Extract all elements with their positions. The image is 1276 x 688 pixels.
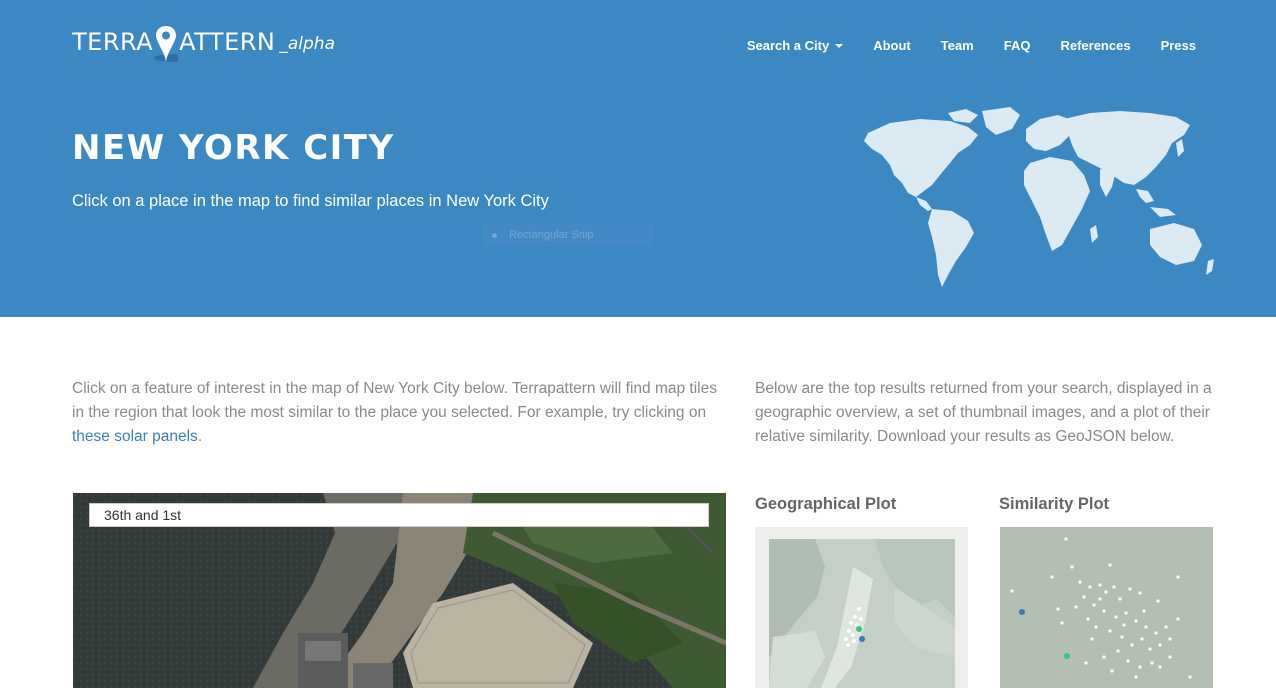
intro-left-period: . — [197, 428, 203, 445]
logo-wordmark: TERRA ATTERN — [72, 24, 276, 63]
page-title: NEW YORK CITY — [72, 128, 395, 168]
nav-references[interactable]: References — [1060, 38, 1130, 53]
nav-press[interactable]: Press — [1161, 38, 1196, 53]
caret-down-icon — [835, 43, 844, 48]
snip-overlay-label: Rectangular Snip — [482, 224, 654, 246]
main-nav: Search a City About Team FAQ References … — [747, 38, 1196, 53]
results-description: Below are the top results returned from … — [755, 380, 1212, 445]
world-map-illustration — [864, 107, 1214, 287]
nav-faq[interactable]: FAQ — [1004, 38, 1031, 53]
similarity-plot[interactable] — [1000, 527, 1213, 688]
nav-team[interactable]: Team — [941, 38, 974, 53]
intro-instructions: Click on a feature of interest in the ma… — [72, 377, 724, 449]
solar-panels-link[interactable]: these solar panels — [72, 428, 198, 445]
snip-dot-icon — [492, 232, 497, 238]
nav-search-city[interactable]: Search a City — [746, 38, 844, 53]
similarity-query-marker — [1019, 609, 1025, 615]
nav-about[interactable]: About — [873, 38, 911, 53]
similarity-plot-title: Similarity Plot — [999, 495, 1110, 513]
terrapattern-logo[interactable]: TERRA ATTERN _alpha — [72, 24, 335, 68]
map-location-input[interactable] — [89, 503, 709, 527]
map-pin-icon — [154, 24, 199, 63]
geo-query-marker — [859, 636, 865, 642]
nav-search-city-label: Search a City — [746, 38, 830, 53]
geographical-plot-map — [769, 539, 955, 688]
logo-text-right: ATTERN — [179, 28, 276, 56]
intro-left-text: Click on a feature of interest in the ma… — [72, 380, 717, 421]
snip-overlay-text: Rectangular Snip — [509, 229, 594, 241]
similarity-selected-marker — [1064, 653, 1070, 659]
geo-selected-marker — [856, 626, 862, 632]
hero-banner: TERRA ATTERN _alpha Search a City About … — [0, 0, 1276, 317]
logo-text-left: TERRA — [72, 28, 154, 56]
satellite-map[interactable] — [73, 493, 726, 688]
geographical-plot[interactable] — [755, 527, 968, 688]
similarity-plot-points — [1010, 537, 1192, 679]
geographical-plot-title: Geographical Plot — [755, 495, 897, 513]
page-subtitle: Click on a place in the map to find simi… — [72, 192, 549, 210]
logo-alpha-suffix: _alpha — [279, 34, 335, 54]
